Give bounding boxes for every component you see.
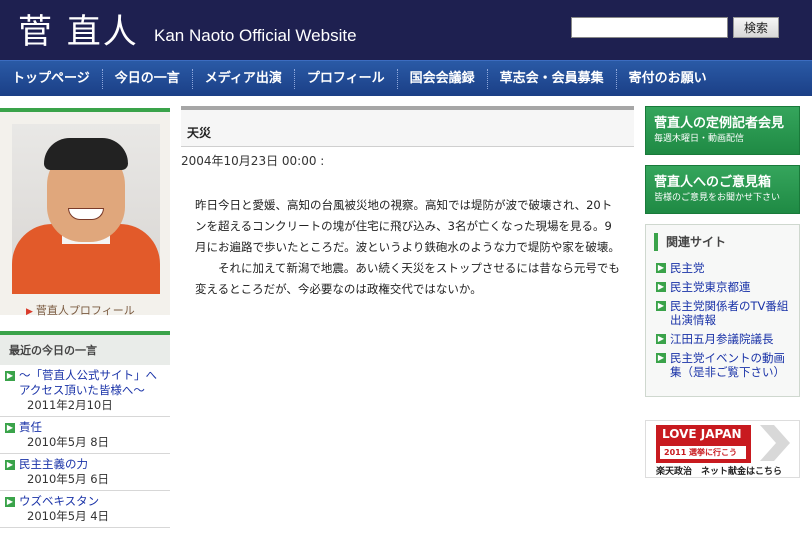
main-nav: トップページ 今日の一言 メディア出演 プロフィール 国会会議録 草志会・会員募… <box>0 60 812 96</box>
search-button[interactable]: 検索 <box>733 17 779 38</box>
list-item[interactable]: ▶ 責任 2010年5月 8日 <box>0 417 170 454</box>
related-link-label[interactable]: 民主党イベントの動画集（是非ご覧下さい） <box>670 351 795 379</box>
list-item[interactable]: ▶ 民主主義の力 2010年5月 6日 <box>0 454 170 491</box>
chevron-right-icon <box>760 425 790 461</box>
nav-item-today[interactable]: 今日の一言 <box>103 68 193 89</box>
related-link-label[interactable]: 江田五月参議院議長 <box>670 332 774 346</box>
arrow-icon: ▶ <box>5 423 15 433</box>
site-header: 菅 直人 Kan Naoto Official Website 検索 <box>0 0 812 60</box>
nav-item-media[interactable]: メディア出演 <box>193 68 295 89</box>
related-link[interactable]: ▶ 江田五月参議院議長 <box>654 332 795 346</box>
list-item[interactable]: ▶ ウズベキスタン 2010年5月 4日 <box>0 491 170 528</box>
opinion-box-button[interactable]: 菅直人へのご意見箱 皆様のご意見をお聞かせ下さい <box>645 165 800 214</box>
recent-post-date: 2010年5月 6日 <box>27 472 110 486</box>
article-paragraph: 昨日今日と愛媛、高知の台風被災地の視察。高知では堤防が波で破壊され、20トンを超… <box>195 198 620 254</box>
profile-box: ▶ 菅直人プロフィール <box>0 108 170 318</box>
nav-item-top[interactable]: トップページ <box>0 68 103 89</box>
opinion-box-sub: 皆様のご意見をお聞かせ下さい <box>654 193 781 203</box>
press-conference-label: 菅直人の定例記者会見 <box>654 116 785 131</box>
arrow-icon: ▶ <box>5 371 15 381</box>
related-link-label[interactable]: 民主党 <box>670 261 705 275</box>
arrow-icon: ▶ <box>5 460 15 470</box>
banner-caption: 楽天政治 ネット献金はこちら <box>656 467 783 477</box>
arrow-icon: ▶ <box>656 301 666 311</box>
search-input[interactable] <box>571 17 728 38</box>
nav-item-diet-records[interactable]: 国会会議録 <box>398 68 488 89</box>
arrow-icon: ▶ <box>656 263 666 273</box>
related-sites-title: 関連サイト <box>654 233 795 251</box>
article-body: 昨日今日と愛媛、高知の台風被災地の視察。高知では堤防が波で破壊され、20トンを超… <box>181 195 621 300</box>
article-title: 天災 <box>181 106 634 147</box>
related-link[interactable]: ▶ 民主党東京都連 <box>654 280 795 294</box>
recent-post-title[interactable]: 民主主義の力 <box>19 457 109 472</box>
profile-photo[interactable] <box>12 124 160 294</box>
article-paragraph: それに加えて新潟で地震。あい続く天災をストップさせるには昔なら元号でも変えるとこ… <box>195 261 620 296</box>
recent-post-title[interactable]: ウズベキスタン <box>19 494 109 509</box>
article: 天災 2004年10月23日 00:00 : 昨日今日と愛媛、高知の台風被災地の… <box>181 106 634 300</box>
arrow-icon: ▶ <box>656 353 666 363</box>
recent-posts-title: 最近の今日の一言 <box>0 335 170 365</box>
opinion-box-label: 菅直人へのご意見箱 <box>654 175 772 190</box>
arrow-icon: ▶ <box>26 307 33 317</box>
site-logo-en: Kan Naoto Official Website <box>154 26 357 45</box>
rakuten-banner[interactable]: LOVE JAPAN 2011 選挙に行こう 楽天政治 ネット献金はこちら <box>645 420 800 478</box>
related-sites: 関連サイト ▶ 民主党 ▶ 民主党東京都連 ▶ 民主党関係者のTV番組出演情報 … <box>645 224 800 397</box>
article-date: 2004年10月23日 00:00 : <box>181 154 325 168</box>
recent-post-date: 2010年5月 4日 <box>27 509 110 523</box>
related-link[interactable]: ▶ 民主党 <box>654 261 795 275</box>
nav-item-profile[interactable]: プロフィール <box>295 68 398 89</box>
recent-post-title[interactable]: 責任 <box>19 420 109 435</box>
profile-link[interactable]: ▶ 菅直人プロフィール <box>26 302 135 318</box>
recent-post-title[interactable]: 〜「菅直人公式サイト」へアクセス頂いた皆様へ〜 <box>19 368 167 398</box>
site-logo-jp[interactable]: 菅 直人 <box>18 4 139 53</box>
left-sidebar: ▶ 菅直人プロフィール 最近の今日の一言 ▶ 〜「菅直人公式サイト」へアクセス頂い… <box>0 108 170 528</box>
related-link[interactable]: ▶ 民主党関係者のTV番組出演情報 <box>654 299 795 327</box>
right-sidebar: 菅直人の定例記者会見 毎週木曜日・動画配信 菅直人へのご意見箱 皆様のご意見をお… <box>645 106 800 478</box>
banner-title: LOVE JAPAN <box>662 427 742 441</box>
recent-post-date: 2011年2月10日 <box>27 398 113 412</box>
love-japan-logo: LOVE JAPAN 2011 選挙に行こう <box>656 425 751 463</box>
related-link-label[interactable]: 民主党東京都連 <box>670 280 751 294</box>
banner-sub: 2011 選挙に行こう <box>660 446 746 459</box>
press-conference-sub: 毎週木曜日・動画配信 <box>654 134 745 144</box>
recent-post-date: 2010年5月 8日 <box>27 435 110 449</box>
list-item[interactable]: ▶ 〜「菅直人公式サイト」へアクセス頂いた皆様へ〜 2011年2月10日 <box>0 365 170 417</box>
related-link[interactable]: ▶ 民主党イベントの動画集（是非ご覧下さい） <box>654 351 795 379</box>
arrow-icon: ▶ <box>5 497 15 507</box>
press-conference-button[interactable]: 菅直人の定例記者会見 毎週木曜日・動画配信 <box>645 106 800 155</box>
nav-item-donation[interactable]: 寄付のお願い <box>617 69 719 89</box>
profile-link-label: 菅直人プロフィール <box>35 304 135 317</box>
nav-item-membership[interactable]: 草志会・会員募集 <box>488 68 617 89</box>
related-link-label[interactable]: 民主党関係者のTV番組出演情報 <box>670 299 795 327</box>
recent-posts: 最近の今日の一言 ▶ 〜「菅直人公式サイト」へアクセス頂いた皆様へ〜 2011年… <box>0 331 170 528</box>
arrow-icon: ▶ <box>656 282 666 292</box>
arrow-icon: ▶ <box>656 334 666 344</box>
